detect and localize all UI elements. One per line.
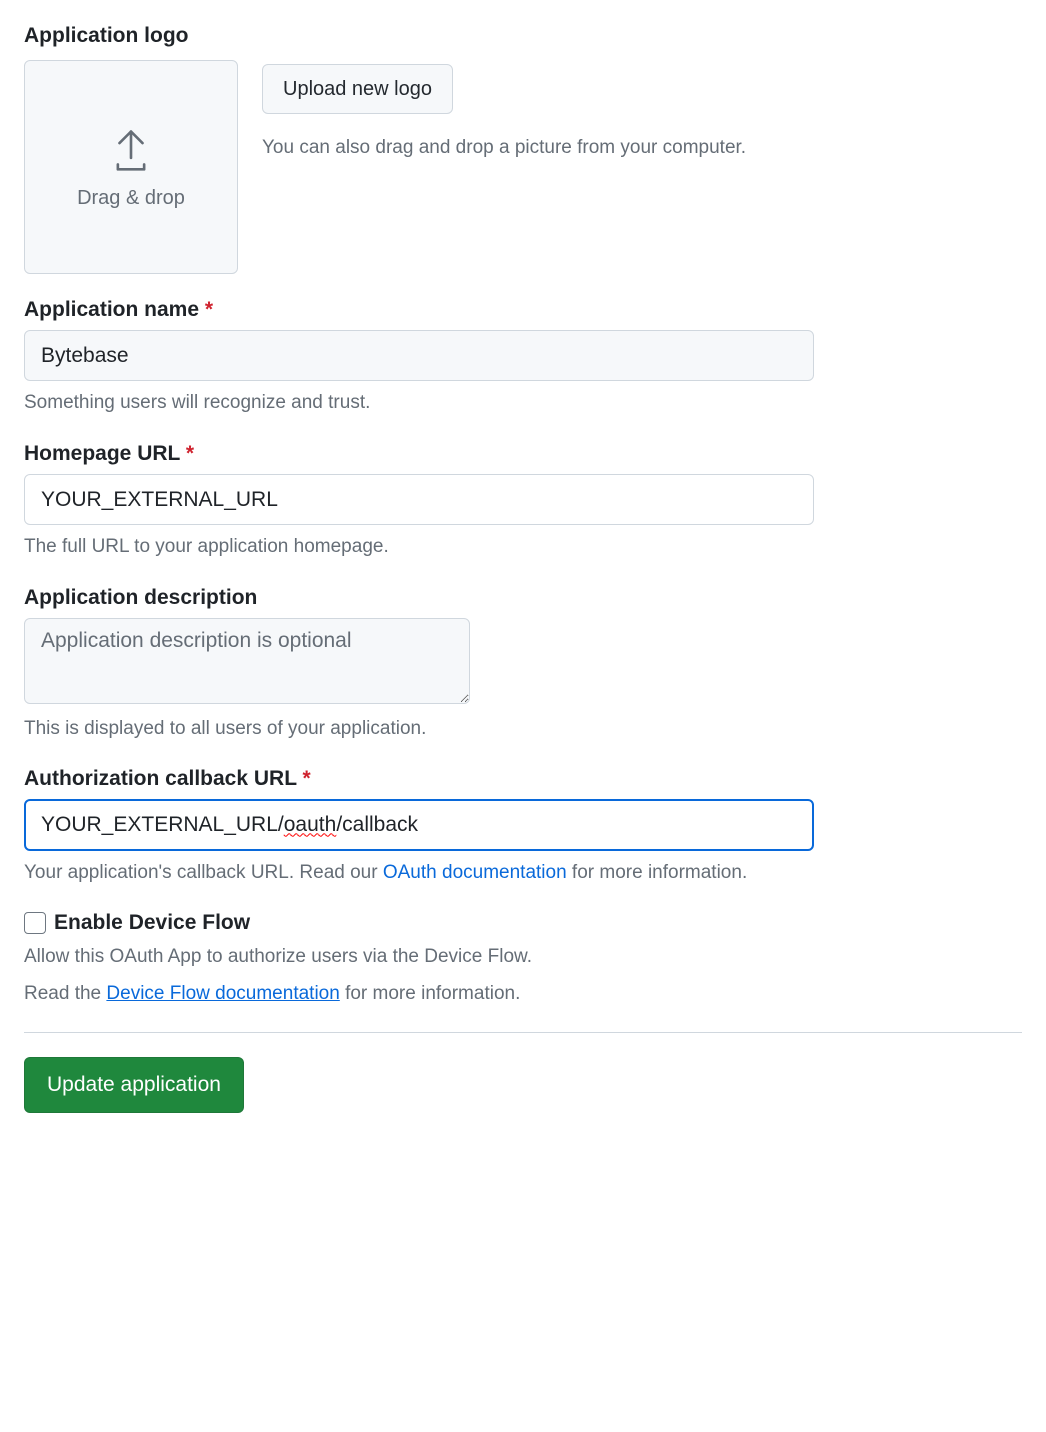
callback-value-prefix: YOUR_EXTERNAL_URL/: [41, 813, 284, 836]
logo-drop-zone[interactable]: Drag & drop: [24, 60, 238, 274]
application-name-help: Something users will recognize and trust…: [24, 389, 1022, 418]
device-flow-help2-after: for more information.: [340, 983, 521, 1004]
callback-value-suffix: /callback: [336, 813, 418, 836]
application-name-label: Application name *: [24, 298, 1022, 322]
callback-value-oauth: oauth: [284, 813, 337, 836]
logo-row: Drag & drop Upload new logo You can also…: [24, 60, 1022, 274]
application-name-label-text: Application name: [24, 298, 199, 321]
homepage-url-label-text: Homepage URL: [24, 442, 180, 465]
device-flow-checkbox-row: Enable Device Flow: [24, 911, 1022, 935]
device-flow-documentation-link[interactable]: Device Flow documentation: [106, 983, 339, 1004]
callback-help-before: Your application's callback URL. Read ou…: [24, 862, 383, 883]
upload-icon: [111, 125, 151, 171]
callback-url-group: Authorization callback URL * YOUR_EXTERN…: [24, 767, 1022, 887]
application-name-input[interactable]: [24, 330, 814, 381]
application-description-help: This is displayed to all users of your a…: [24, 715, 1022, 744]
callback-url-input[interactable]: YOUR_EXTERNAL_URL/oauth/callback: [24, 799, 814, 850]
divider: [24, 1032, 1022, 1033]
callback-help-after: for more information.: [567, 862, 748, 883]
homepage-url-group: Homepage URL * The full URL to your appl…: [24, 442, 1022, 562]
upload-logo-button[interactable]: Upload new logo: [262, 64, 453, 114]
drop-zone-text: Drag & drop: [77, 187, 185, 210]
application-description-input[interactable]: [24, 618, 470, 704]
device-flow-checkbox[interactable]: [24, 912, 46, 934]
device-flow-help: Allow this OAuth App to authorize users …: [24, 943, 1022, 972]
logo-upload-column: Upload new logo You can also drag and dr…: [262, 60, 746, 163]
callback-url-help: Your application's callback URL. Read ou…: [24, 859, 1022, 888]
device-flow-help2-before: Read the: [24, 983, 106, 1004]
application-logo-label: Application logo: [24, 24, 1022, 48]
application-description-group: Application description This is displaye…: [24, 586, 1022, 744]
application-description-label: Application description: [24, 586, 1022, 610]
homepage-url-help: The full URL to your application homepag…: [24, 533, 1022, 562]
device-flow-group: Enable Device Flow Allow this OAuth App …: [24, 911, 1022, 1008]
application-name-group: Application name * Something users will …: [24, 298, 1022, 418]
update-application-button[interactable]: Update application: [24, 1057, 244, 1112]
required-asterisk: *: [205, 298, 213, 321]
homepage-url-input[interactable]: [24, 474, 814, 525]
callback-url-label-text: Authorization callback URL: [24, 767, 297, 790]
oauth-documentation-link[interactable]: OAuth documentation: [383, 862, 567, 883]
homepage-url-label: Homepage URL *: [24, 442, 1022, 466]
device-flow-label: Enable Device Flow: [54, 911, 250, 935]
logo-help-text: You can also drag and drop a picture fro…: [262, 134, 746, 163]
callback-url-label: Authorization callback URL *: [24, 767, 1022, 791]
device-flow-help2: Read the Device Flow documentation for m…: [24, 980, 1022, 1009]
required-asterisk: *: [186, 442, 194, 465]
required-asterisk: *: [303, 767, 311, 790]
application-logo-section: Application logo Drag & drop Upload new …: [24, 24, 1022, 274]
